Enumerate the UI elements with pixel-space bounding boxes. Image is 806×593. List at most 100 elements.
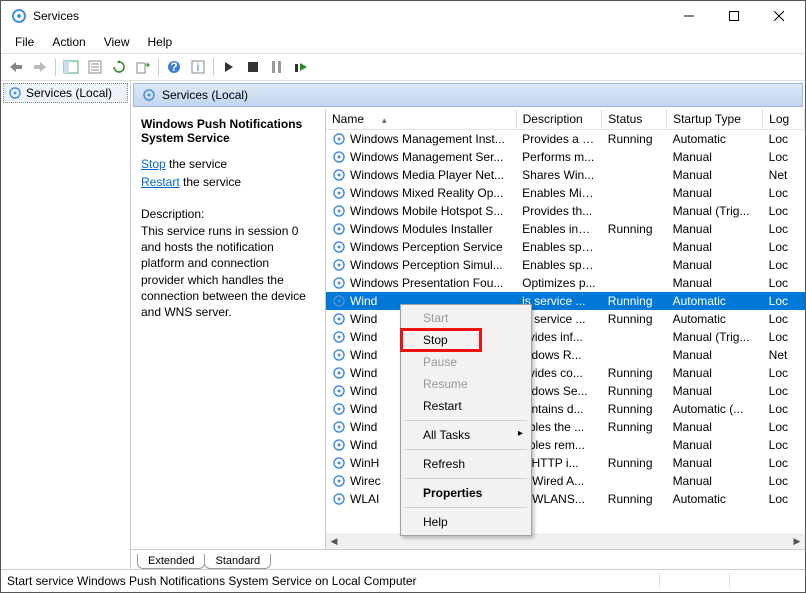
cell-name: Windows Management Ser... <box>350 150 503 164</box>
table-row[interactable]: Windows Mobile Hotspot S...Provides th..… <box>326 202 805 220</box>
table-row[interactable]: Windows Perception ServiceEnables spa...… <box>326 238 805 256</box>
forward-button[interactable] <box>29 56 51 78</box>
cell-startup: Manual (Trig... <box>667 328 763 346</box>
svg-text:i: i <box>197 60 200 74</box>
cell-logon: Loc <box>763 472 805 490</box>
cell-status <box>602 346 667 364</box>
ctx-start: Start <box>403 307 529 329</box>
tab-standard[interactable]: Standard <box>204 554 271 569</box>
show-hide-tree-button[interactable] <box>60 56 82 78</box>
start-service-button[interactable] <box>218 56 240 78</box>
table-row[interactable]: Windis service ...RunningAutomaticLoc <box>326 310 805 328</box>
table-row[interactable]: Windows Modules InstallerEnables inst...… <box>326 220 805 238</box>
cell-name: Windows Mobile Hotspot S... <box>350 204 503 218</box>
table-row[interactable]: Windows Mixed Reality Op...Enables Mix..… <box>326 184 805 202</box>
table-row[interactable]: Windows Presentation Fou...Optimizes p..… <box>326 274 805 292</box>
table-row[interactable]: Wirece Wired A...ManualLoc <box>326 472 805 490</box>
cell-logon: Loc <box>763 364 805 382</box>
cell-status: Running <box>602 220 667 238</box>
help-button[interactable]: ? <box>163 56 185 78</box>
column-logon[interactable]: Log <box>763 109 805 130</box>
ctx-properties[interactable]: Properties <box>403 482 529 504</box>
cell-startup: Manual <box>667 148 763 166</box>
cell-logon: Loc <box>763 454 805 472</box>
table-row[interactable]: Windables rem...ManualLoc <box>326 436 805 454</box>
menu-help[interactable]: Help <box>140 33 181 51</box>
table-row[interactable]: WinHinHTTP i...RunningManualLoc <box>326 454 805 472</box>
column-status[interactable]: Status <box>602 109 667 130</box>
horizontal-scrollbar[interactable]: ◀ ▶ <box>326 533 805 549</box>
stop-link[interactable]: Stop <box>141 157 166 171</box>
table-row[interactable]: WLAIe WLANS...RunningAutomaticLoc <box>326 490 805 508</box>
gear-icon <box>332 402 346 416</box>
restart-link[interactable]: Restart <box>141 175 180 189</box>
table-row[interactable]: Windindows Se...RunningManualLoc <box>326 382 805 400</box>
column-description[interactable]: Description <box>516 109 602 130</box>
tree-pane: Services (Local) <box>1 81 131 569</box>
cell-logon: Loc <box>763 148 805 166</box>
gear-icon <box>332 438 346 452</box>
table-row[interactable]: Windovides co...RunningManualLoc <box>326 364 805 382</box>
service-list[interactable]: Name Description Status Startup Type Log… <box>326 109 805 549</box>
ctx-restart[interactable]: Restart <box>403 395 529 417</box>
cell-status <box>602 436 667 454</box>
minimize-button[interactable] <box>666 2 711 30</box>
cell-status: Running <box>602 490 667 508</box>
cell-name: Wind <box>350 366 377 380</box>
menu-file[interactable]: File <box>7 33 42 51</box>
table-row[interactable]: Windows Management Ser...Performs m...Ma… <box>326 148 805 166</box>
cell-description: Enables spa... <box>516 256 602 274</box>
tab-extended[interactable]: Extended <box>137 554 205 569</box>
table-row[interactable]: Windis service ...RunningAutomaticLoc <box>326 292 805 310</box>
gear-icon <box>332 204 346 218</box>
tree-node-services-local[interactable]: Services (Local) <box>3 83 128 103</box>
table-row[interactable]: Windows Perception Simul... Enables spa..… <box>326 256 805 274</box>
gear-icon <box>332 474 346 488</box>
table-row[interactable]: Windovides inf...Manual (Trig...Loc <box>326 328 805 346</box>
refresh-button[interactable] <box>108 56 130 78</box>
cell-logon: Loc <box>763 130 805 149</box>
export-button[interactable] <box>132 56 154 78</box>
cell-status <box>602 202 667 220</box>
table-row[interactable]: Windables the ...RunningManualLoc <box>326 418 805 436</box>
scroll-right-icon[interactable]: ▶ <box>789 533 805 549</box>
cell-startup: Automatic <box>667 310 763 328</box>
cell-startup: Manual <box>667 184 763 202</box>
cell-status <box>602 328 667 346</box>
app-icon <box>11 8 27 24</box>
maximize-button[interactable] <box>711 2 756 30</box>
cell-description: Shares Win... <box>516 166 602 184</box>
cell-name: Windows Perception Simul... <box>350 258 503 272</box>
column-startup[interactable]: Startup Type <box>667 109 763 130</box>
gear-icon <box>332 366 346 380</box>
cell-logon: Loc <box>763 328 805 346</box>
table-row[interactable]: Windindows R...ManualNet <box>326 346 805 364</box>
table-row[interactable]: Windows Media Player Net...Shares Win...… <box>326 166 805 184</box>
cell-status: Running <box>602 382 667 400</box>
about-button[interactable]: i <box>187 56 209 78</box>
pause-service-button[interactable] <box>266 56 288 78</box>
ctx-help[interactable]: Help <box>403 511 529 533</box>
menu-view[interactable]: View <box>96 33 138 51</box>
cell-logon: Loc <box>763 238 805 256</box>
close-button[interactable] <box>756 2 801 30</box>
restart-service-button[interactable] <box>290 56 312 78</box>
column-name[interactable]: Name <box>326 109 516 130</box>
table-row[interactable]: Windaintains d...RunningAutomatic (...Lo… <box>326 400 805 418</box>
properties-button[interactable] <box>84 56 106 78</box>
back-button[interactable] <box>5 56 27 78</box>
scroll-left-icon[interactable]: ◀ <box>326 533 342 549</box>
menu-action[interactable]: Action <box>44 33 93 51</box>
table-row[interactable]: Windows Management Inst...Provides a c..… <box>326 130 805 149</box>
gear-icon <box>142 88 156 102</box>
cell-startup: Manual <box>667 436 763 454</box>
cell-logon: Loc <box>763 256 805 274</box>
cell-status <box>602 256 667 274</box>
ctx-all-tasks[interactable]: All Tasks <box>403 424 529 446</box>
cell-status <box>602 274 667 292</box>
cell-startup: Manual <box>667 238 763 256</box>
stop-service-button[interactable] <box>242 56 264 78</box>
cell-name: Wirec <box>350 474 381 488</box>
ctx-stop[interactable]: Stop <box>403 329 529 351</box>
ctx-refresh[interactable]: Refresh <box>403 453 529 475</box>
